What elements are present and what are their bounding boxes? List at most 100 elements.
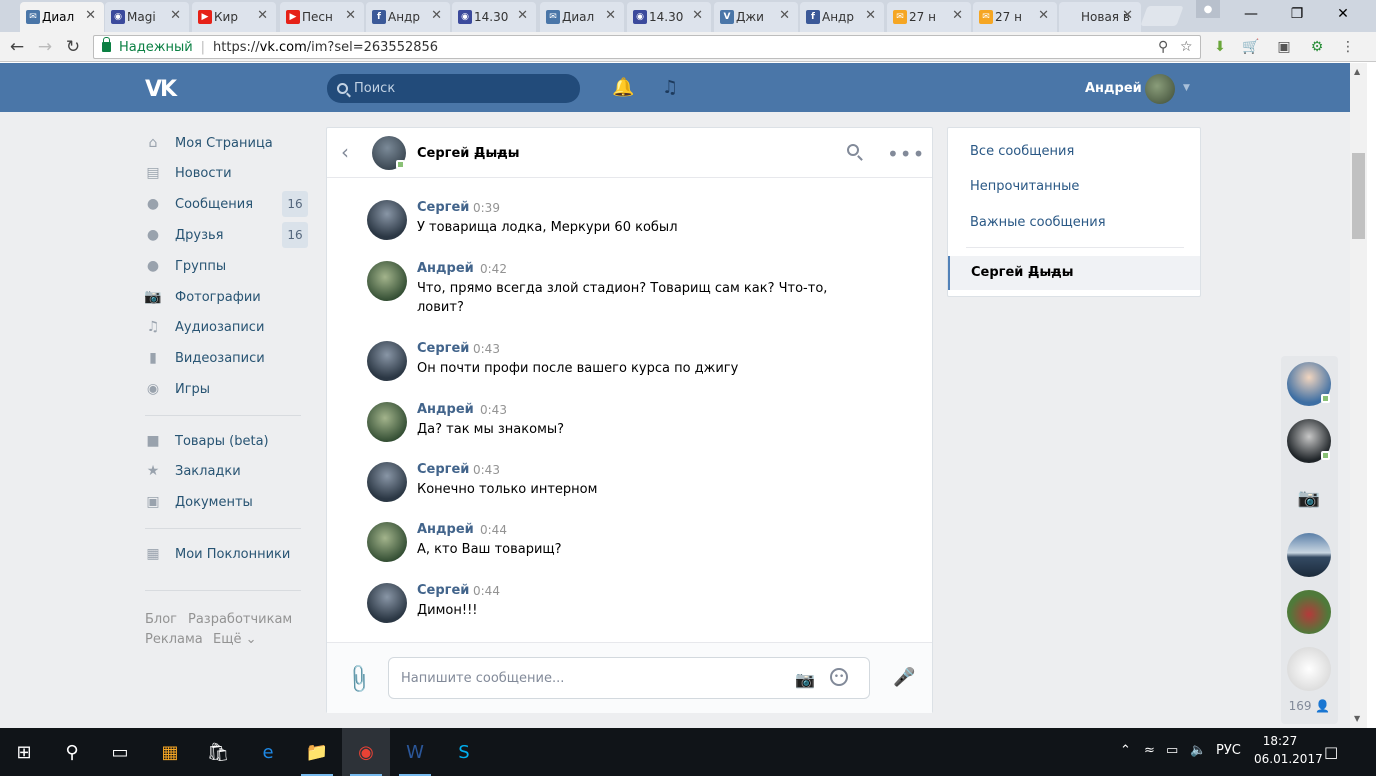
peer-name[interactable]: Сергей Д̶ы̶д̶ы̶ xyxy=(417,146,520,161)
avatar[interactable] xyxy=(1287,419,1331,463)
browser-tab[interactable]: ✉ Диал ✕ xyxy=(20,2,104,32)
search-icon[interactable] xyxy=(847,144,859,156)
browser-tab[interactable]: f Андр ✕ xyxy=(366,2,450,32)
forward-icon[interactable]: → xyxy=(32,35,58,59)
filter-unread[interactable]: Непрочитанные xyxy=(970,179,1079,194)
sidebar-item[interactable]: ● Группы xyxy=(145,252,310,280)
tray-chevron-icon[interactable]: ⌃ xyxy=(1120,743,1131,758)
bookmark-star-icon[interactable]: ☆ xyxy=(1180,39,1193,55)
wifi-icon[interactable]: ≈ xyxy=(1144,743,1155,758)
sidebar-item[interactable]: ▦ Мои Поклонники xyxy=(145,540,310,568)
tab-close-icon[interactable]: ✕ xyxy=(345,8,356,23)
message-time[interactable]: 0:43 xyxy=(473,342,500,356)
menu-dots-icon[interactable]: ⋮ xyxy=(1339,38,1357,56)
address-bar[interactable]: Надежный | https://vk.com/im?sel=2635528… xyxy=(93,35,1201,59)
tab-close-icon[interactable]: ✕ xyxy=(170,8,181,23)
filter-important[interactable]: Важные сообщения xyxy=(970,215,1106,230)
attach-icon[interactable]: 📎 xyxy=(342,662,377,696)
tab-close-icon[interactable]: ✕ xyxy=(605,8,616,23)
sidebar-item[interactable]: ◉ Игры xyxy=(145,375,310,403)
volume-icon[interactable]: 🔈 xyxy=(1190,743,1206,758)
chevron-down-icon[interactable]: ▼ xyxy=(1183,83,1190,93)
tab-close-icon[interactable]: ✕ xyxy=(85,8,96,23)
tab-close-icon[interactable]: ✕ xyxy=(692,8,703,23)
cart-extension-icon[interactable]: 🛒 xyxy=(1242,38,1260,56)
word-icon[interactable]: W xyxy=(391,728,439,776)
search-input[interactable]: Поиск xyxy=(327,74,580,103)
page-scrollbar[interactable]: ▲ ▼ xyxy=(1350,63,1367,728)
message-time[interactable]: 0:43 xyxy=(480,403,507,417)
sidebar-item[interactable]: 📷 Фотографии xyxy=(144,283,310,311)
tab-close-icon[interactable]: ✕ xyxy=(517,8,528,23)
file-explorer-icon[interactable]: 📁 xyxy=(293,728,341,776)
friends-count[interactable]: 169 👤 xyxy=(1281,699,1338,713)
sidebar-item[interactable]: ★ Закладки xyxy=(145,457,310,485)
store-icon[interactable]: 🛍 xyxy=(194,728,242,776)
message-time[interactable]: 0:44 xyxy=(473,584,500,598)
avatar[interactable] xyxy=(367,261,407,301)
avatar[interactable] xyxy=(367,341,407,381)
scroll-down-icon[interactable]: ▼ xyxy=(1354,714,1360,723)
browser-tab[interactable]: ✉ 27 н ✕ xyxy=(973,2,1057,32)
message-item[interactable]: Андрей 0:43 Да? так мы знакомы? xyxy=(367,402,887,462)
browser-tab[interactable]: ◉ 14.30 ✕ xyxy=(627,2,711,32)
message-item[interactable]: Сергей 0:44 Димон!!! xyxy=(367,583,887,643)
footer-link-ads[interactable]: Реклама xyxy=(145,632,203,647)
sidebar-item[interactable]: ● Друзья 16 xyxy=(145,221,310,249)
search-icon[interactable]: ⚲ xyxy=(48,728,96,776)
music-note-icon[interactable]: ♫ xyxy=(662,77,678,98)
edge-icon[interactable]: e xyxy=(244,728,292,776)
clock[interactable]: 18:27 06.01.2017 xyxy=(1254,732,1323,768)
restore-icon[interactable]: ❐ xyxy=(1274,0,1320,28)
zoom-icon[interactable]: ⚲ xyxy=(1158,39,1168,55)
camera-placeholder-icon[interactable]: 📷 xyxy=(1287,476,1331,520)
message-item[interactable]: Сергей 0:39 У товарища лодка, Меркури 60 к… xyxy=(367,200,887,260)
download-extension-icon[interactable]: ⬇ xyxy=(1211,38,1229,56)
message-author[interactable]: Андрей xyxy=(417,522,474,537)
footer-link-more[interactable]: Ещё ⌄ xyxy=(213,632,257,647)
avatar[interactable] xyxy=(1287,647,1331,691)
reload-icon[interactable]: ↻ xyxy=(60,35,86,59)
browser-tab[interactable]: ✉ 27 н ✕ xyxy=(887,2,971,32)
briefcase-extension-icon[interactable]: ▣ xyxy=(1275,38,1293,56)
bell-icon[interactable]: 🔔 xyxy=(612,77,634,98)
message-time[interactable]: 0:43 xyxy=(473,463,500,477)
vk-logo[interactable]: VK xyxy=(145,77,177,102)
avatar[interactable] xyxy=(367,522,407,562)
unread-count-badge[interactable]: 16 xyxy=(282,222,308,248)
browser-tab[interactable]: V Джи ✕ xyxy=(714,2,798,32)
tab-close-icon[interactable]: ✕ xyxy=(431,8,442,23)
profile-icon[interactable]: ● xyxy=(1196,0,1220,18)
message-author[interactable]: Сергей xyxy=(417,200,469,215)
avatar[interactable] xyxy=(1287,590,1331,634)
url-text[interactable]: https://vk.com/im?sel=263552856 xyxy=(213,40,438,55)
sidebar-item[interactable]: ♫ Аудиозаписи xyxy=(145,313,310,341)
skype-icon[interactable]: S xyxy=(440,728,488,776)
browser-tab[interactable]: ◉ 14.30 ✕ xyxy=(452,2,536,32)
sidebar-item[interactable]: ▤ Новости xyxy=(145,159,310,187)
new-tab-button[interactable] xyxy=(1140,6,1184,26)
language-indicator[interactable]: РУС xyxy=(1216,743,1241,758)
message-item[interactable]: Сергей 0:43 Конечно только интерном xyxy=(367,462,887,522)
avatar[interactable] xyxy=(1145,74,1175,104)
scroll-up-icon[interactable]: ▲ xyxy=(1354,67,1360,76)
avatar[interactable] xyxy=(1287,362,1331,406)
puzzle-extension-icon[interactable]: ⚙ xyxy=(1308,38,1326,56)
emoji-icon[interactable]: •• xyxy=(830,668,848,686)
tab-close-icon[interactable]: ✕ xyxy=(257,8,268,23)
message-item[interactable]: Андрей 0:42 Что, прямо всегда злой стадион… xyxy=(367,261,887,321)
browser-tab[interactable]: ▶ Песн ✕ xyxy=(280,2,364,32)
browser-tab[interactable]: ✉ Диал ✕ xyxy=(540,2,624,32)
sidebar-item[interactable]: ▣ Документы xyxy=(145,488,310,516)
user-name[interactable]: Андрей xyxy=(1085,81,1142,96)
close-window-icon[interactable]: ✕ xyxy=(1320,0,1366,28)
message-time[interactable]: 0:42 xyxy=(480,262,507,276)
avatar[interactable] xyxy=(367,200,407,240)
battery-icon[interactable]: ▭ xyxy=(1166,743,1178,758)
windows-start-icon[interactable]: ⊞ xyxy=(0,728,48,776)
unread-count-badge[interactable]: 16 xyxy=(282,191,308,217)
notifications-icon[interactable]: □ xyxy=(1324,743,1338,761)
message-author[interactable]: Андрей xyxy=(417,261,474,276)
camera-icon[interactable]: 📷 xyxy=(795,670,815,689)
tab-close-icon[interactable]: ✕ xyxy=(779,8,790,23)
